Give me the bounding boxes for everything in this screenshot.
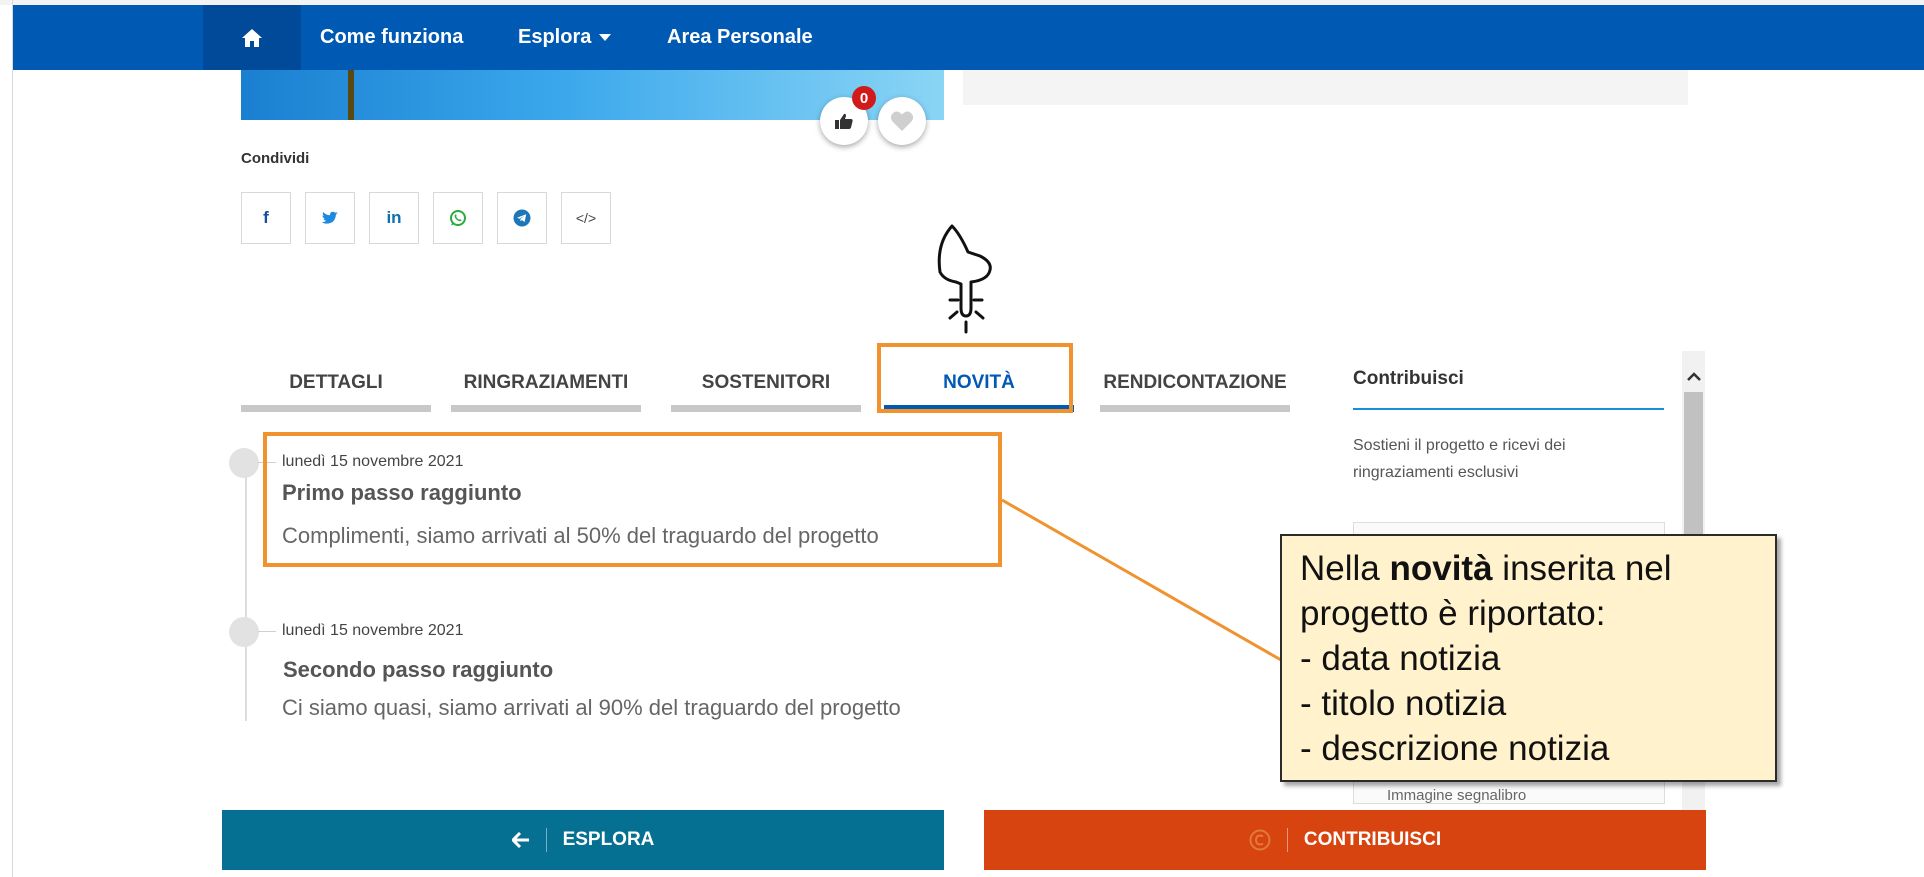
- coin-icon: [1249, 829, 1271, 851]
- contribute-button[interactable]: CONTRIBUISCI: [984, 810, 1706, 870]
- callout-line-5: - descrizione notizia: [1300, 729, 1610, 768]
- contribute-label: CONTRIBUISCI: [1303, 829, 1442, 850]
- annotation-callout: Nella novità inserita nel progetto è rip…: [1280, 534, 1777, 782]
- button-separator: [545, 828, 547, 852]
- explore-button[interactable]: ESPLORA: [222, 810, 944, 870]
- callout-line-3: - data notizia: [1300, 639, 1501, 678]
- callout-line-1: Nella novità inserita nel: [1300, 549, 1672, 588]
- arrow-left-icon: [511, 832, 529, 848]
- button-separator: [1286, 828, 1288, 852]
- callout-line-4: - titolo notizia: [1300, 684, 1507, 723]
- callout-line-2: progetto è riportato:: [1300, 594, 1606, 633]
- explore-label: ESPLORA: [562, 829, 655, 850]
